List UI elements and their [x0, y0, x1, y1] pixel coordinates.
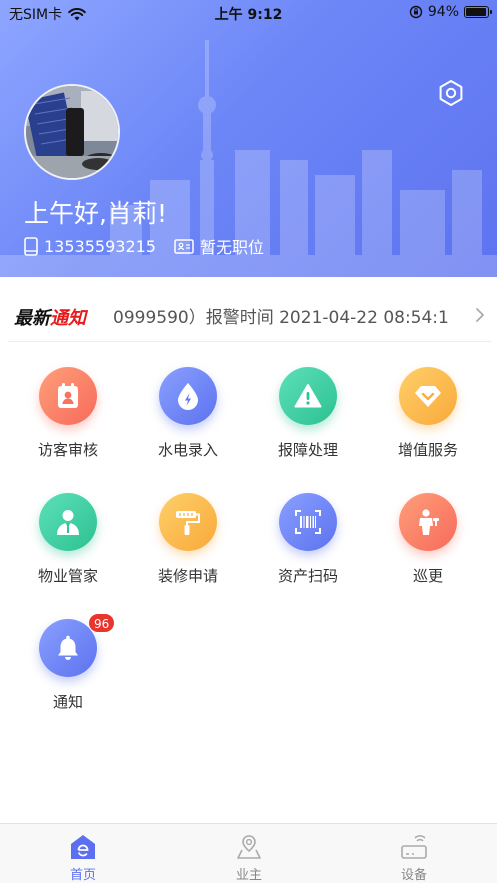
settings-hexagon-icon[interactable] — [436, 78, 466, 108]
notice-title-black: 最新 — [14, 308, 50, 329]
position-text: 暂无职位 — [199, 238, 264, 257]
notice-title-red: 通知 — [50, 308, 86, 329]
avatar[interactable] — [24, 84, 120, 180]
chevron-right-icon[interactable] — [474, 307, 486, 323]
grid-label: 巡更 — [412, 567, 443, 585]
tab-label: 设备 — [400, 868, 427, 883]
position-info: 暂无职位 — [174, 234, 264, 258]
warning-icon — [279, 367, 337, 425]
diamond-icon — [399, 367, 457, 425]
notice-text: 0999590）报警时间 2021-04-22 08:54:1 — [113, 308, 449, 328]
battery-fill — [466, 8, 486, 16]
notice-marquee: 0999590）报警时间 2021-04-22 08:54:1 — [113, 303, 473, 329]
patrol-icon — [399, 493, 457, 551]
water-electric-icon — [159, 367, 217, 425]
tab-home[interactable]: 首页 — [23, 832, 143, 883]
grid-label: 物业管家 — [37, 567, 98, 585]
owner-icon — [237, 835, 261, 859]
grid-item-asset-scan[interactable]: 资产扫码 — [248, 493, 368, 603]
tab-label: 业主 — [235, 868, 262, 883]
tab-label: 首页 — [69, 868, 96, 883]
profile-header: 无SIM卡 上午 9:12 94% 上午好,肖莉! 13535593215 暂无… — [0, 0, 497, 277]
paint-roller-icon — [159, 493, 217, 551]
grid-label: 水电录入 — [157, 441, 218, 459]
battery-icon — [464, 6, 492, 18]
grid-label: 增值服务 — [397, 441, 458, 459]
phone-info: 13535593215 — [24, 237, 156, 256]
battery-percent: 94% — [427, 4, 459, 20]
grid-item-water-electric[interactable]: 水电录入 — [128, 367, 248, 477]
id-card-icon — [174, 238, 194, 254]
grid-label: 通知 — [52, 693, 83, 711]
notice-title: 最新通知 — [14, 304, 86, 330]
grid-item-patrol[interactable]: 巡更 — [368, 493, 488, 603]
notification-count-badge: 96 — [88, 613, 116, 633]
grid-item-visitor-review[interactable]: 访客审核 — [8, 367, 128, 477]
grid-item-fault-handling[interactable]: 报障处理 — [248, 367, 368, 477]
grid-item-renovation[interactable]: 装修申请 — [128, 493, 248, 603]
phone-icon — [24, 236, 38, 256]
bottom-tab-bar: 首页 业主 设备 — [0, 823, 497, 883]
home-icon — [71, 835, 95, 859]
profile-info-row: 13535593215 暂无职位 — [24, 234, 282, 258]
grid-label: 资产扫码 — [277, 567, 338, 585]
tab-device[interactable]: 设备 — [354, 832, 474, 883]
butler-icon — [39, 493, 97, 551]
orientation-lock-icon — [409, 5, 423, 19]
grid-label: 装修申请 — [157, 567, 218, 585]
router-device-icon — [401, 835, 427, 859]
phone-number: 13535593215 — [44, 236, 156, 256]
grid-item-value-added[interactable]: 增值服务 — [368, 367, 488, 477]
tab-owner[interactable]: 业主 — [189, 832, 309, 883]
barcode-scan-icon — [279, 493, 337, 551]
grid-item-property-butler[interactable]: 物业管家 — [8, 493, 128, 603]
notice-banner[interactable]: 最新通知 0999590）报警时间 2021-04-22 08:54:1 — [0, 288, 497, 342]
status-bar: 无SIM卡 上午 9:12 94% — [0, 0, 497, 26]
grid-label: 访客审核 — [37, 441, 98, 459]
visitor-icon — [39, 367, 97, 425]
greeting-text: 上午好,肖莉! — [24, 199, 167, 228]
grid-item-notification[interactable]: 96 通知 — [8, 613, 128, 729]
notice-divider — [8, 341, 491, 342]
avatar-photo — [26, 86, 118, 178]
grid-label: 报障处理 — [277, 441, 338, 459]
